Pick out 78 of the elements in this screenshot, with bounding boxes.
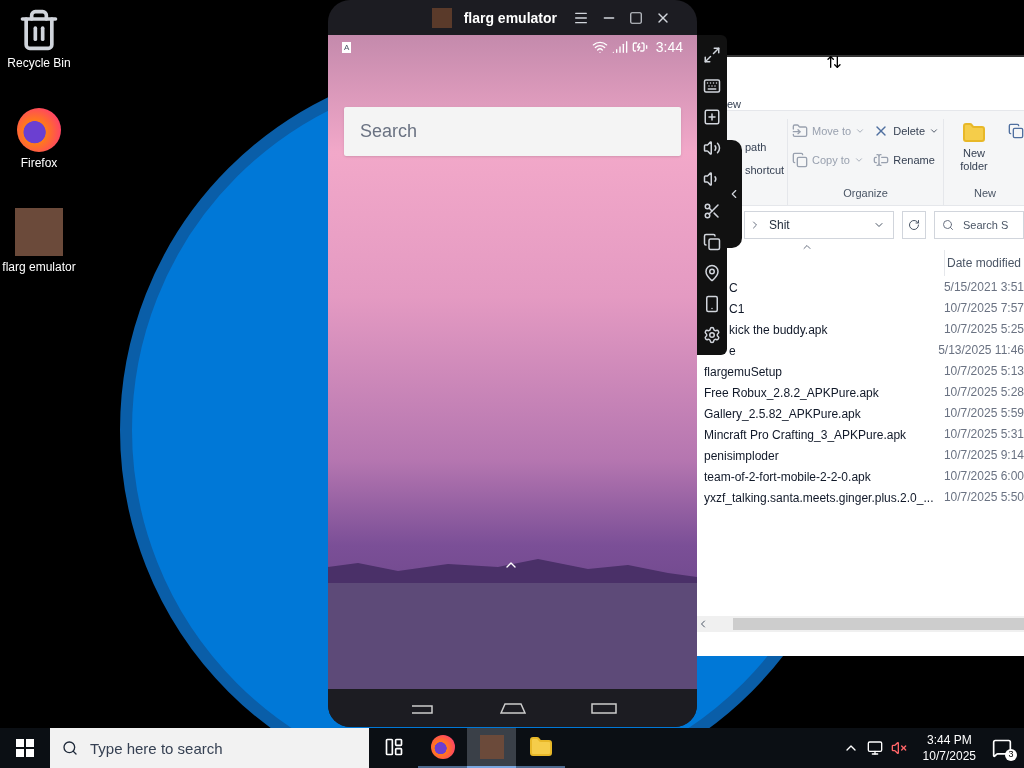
battery-icon [631, 39, 648, 55]
location-icon[interactable] [703, 263, 721, 282]
notification-count: 3 [1005, 749, 1017, 761]
file-name[interactable]: yxzf_talking.santa.meets.ginger.plus.2.0_... [704, 490, 934, 505]
ribbon-button[interactable]: Delete [873, 123, 939, 140]
file-name[interactable]: team-of-2-fort-mobile-2-2-0.apk [704, 469, 871, 484]
home-icon[interactable] [498, 702, 527, 714]
notification-badge: A [342, 41, 352, 53]
start-button[interactable] [16, 739, 34, 757]
date-modified-cell: 10/7/2025 5:28 [943, 383, 1024, 400]
address-bar[interactable]: Shit [744, 211, 894, 239]
app-icon [479, 735, 504, 759]
date-modified-cell: 10/7/2025 5:13 [943, 362, 1024, 379]
search-field[interactable]: Search S [934, 211, 1024, 239]
ribbon-button[interactable]: shortcut [745, 161, 788, 178]
taskbar-search-field[interactable]: Type here to search [50, 728, 369, 768]
signal-icon [611, 39, 628, 55]
folder-icon [528, 735, 553, 759]
file-name[interactable]: Mincraft Pro Crafting_3_APKPure.apk [704, 427, 907, 442]
recents-icon[interactable] [589, 702, 618, 714]
refresh-icon [908, 219, 920, 231]
file-name[interactable]: Free Robux_2.8.2_APKPure.apk [704, 385, 879, 400]
date-modified-cell: 5/13/2025 11:46 [938, 341, 1024, 358]
volume-muted-icon[interactable] [890, 740, 907, 756]
desktop-icon-label[interactable]: Recycle Bin [2, 56, 76, 71]
ribbon-button[interactable]: path [745, 139, 788, 156]
ribbon-tab[interactable]: ew [727, 98, 742, 110]
browser-icon [17, 108, 61, 152]
settings-icon[interactable] [703, 326, 721, 345]
file-name[interactable]: C [729, 280, 738, 295]
search-icon [62, 740, 78, 756]
maximize-icon[interactable] [629, 10, 643, 25]
ribbon-group-label: New [974, 185, 996, 201]
ribbon-button[interactable]: Rename [873, 151, 939, 168]
file-name[interactable]: e [729, 343, 736, 358]
search-icon [942, 219, 954, 231]
date-modified-cell: 5/15/2021 3:51 [943, 278, 1024, 295]
wifi-icon [591, 39, 608, 55]
date-modified-cell: 10/7/2025 5:50 [943, 488, 1024, 505]
fullscreen-icon[interactable] [703, 45, 721, 64]
status-time: 3:44 [655, 38, 683, 57]
window-title: flarg emulator [463, 8, 557, 28]
task-view-icon [383, 737, 404, 757]
app-icon [15, 208, 63, 256]
date-modified-cell: 10/7/2025 5:25 [943, 320, 1024, 337]
file-name[interactable]: kick the buddy.apk [729, 322, 828, 337]
date-modified-cell: 10/7/2025 5:59 [943, 404, 1024, 421]
volume-up-icon[interactable] [703, 139, 721, 158]
horizontal-scrollbar[interactable] [697, 616, 1024, 632]
ribbon-action-icon [792, 151, 809, 168]
clock[interactable]: 3:44 PM 10/7/2025 [922, 732, 976, 764]
ribbon-action-icon [792, 123, 809, 140]
desktop-icon-label[interactable]: Firefox [2, 156, 76, 171]
ribbon-action-icon [873, 151, 890, 168]
file-name[interactable]: penisimploder [704, 448, 779, 463]
flyout-tab[interactable] [727, 140, 742, 248]
desktop-icon-label[interactable]: flarg emulator [2, 260, 76, 275]
address-text: Shit [769, 217, 790, 233]
notifications-icon[interactable] [992, 738, 1012, 758]
keyboard-icon[interactable] [703, 76, 721, 95]
file-name[interactable]: flargemuSetup [704, 364, 783, 379]
ribbon-group-label: Organize [842, 185, 889, 201]
scissors-icon[interactable] [703, 201, 721, 220]
copy-icon [1008, 123, 1024, 139]
scrollbar-thumb[interactable] [733, 618, 1024, 630]
browser-icon [430, 735, 455, 759]
date-modified-cell: 10/7/2025 6:00 [943, 467, 1024, 484]
date-modified-cell: 10/7/2025 5:31 [943, 425, 1024, 442]
date-modified-cell: 10/7/2025 9:14 [943, 446, 1024, 463]
file-name[interactable]: C1 [729, 301, 745, 316]
new-folder-button[interactable]: New folder [948, 119, 1000, 173]
search-field[interactable]: Search [344, 107, 681, 156]
file-name[interactable]: Gallery_2.5.82_APKPure.apk [704, 406, 861, 421]
refresh-button[interactable] [902, 211, 926, 239]
column-header[interactable]: Date modified [944, 250, 1022, 276]
date-modified-cell: 10/7/2025 7:57 [943, 299, 1024, 316]
app-logo-icon [431, 7, 452, 28]
network-icon[interactable] [866, 740, 883, 756]
